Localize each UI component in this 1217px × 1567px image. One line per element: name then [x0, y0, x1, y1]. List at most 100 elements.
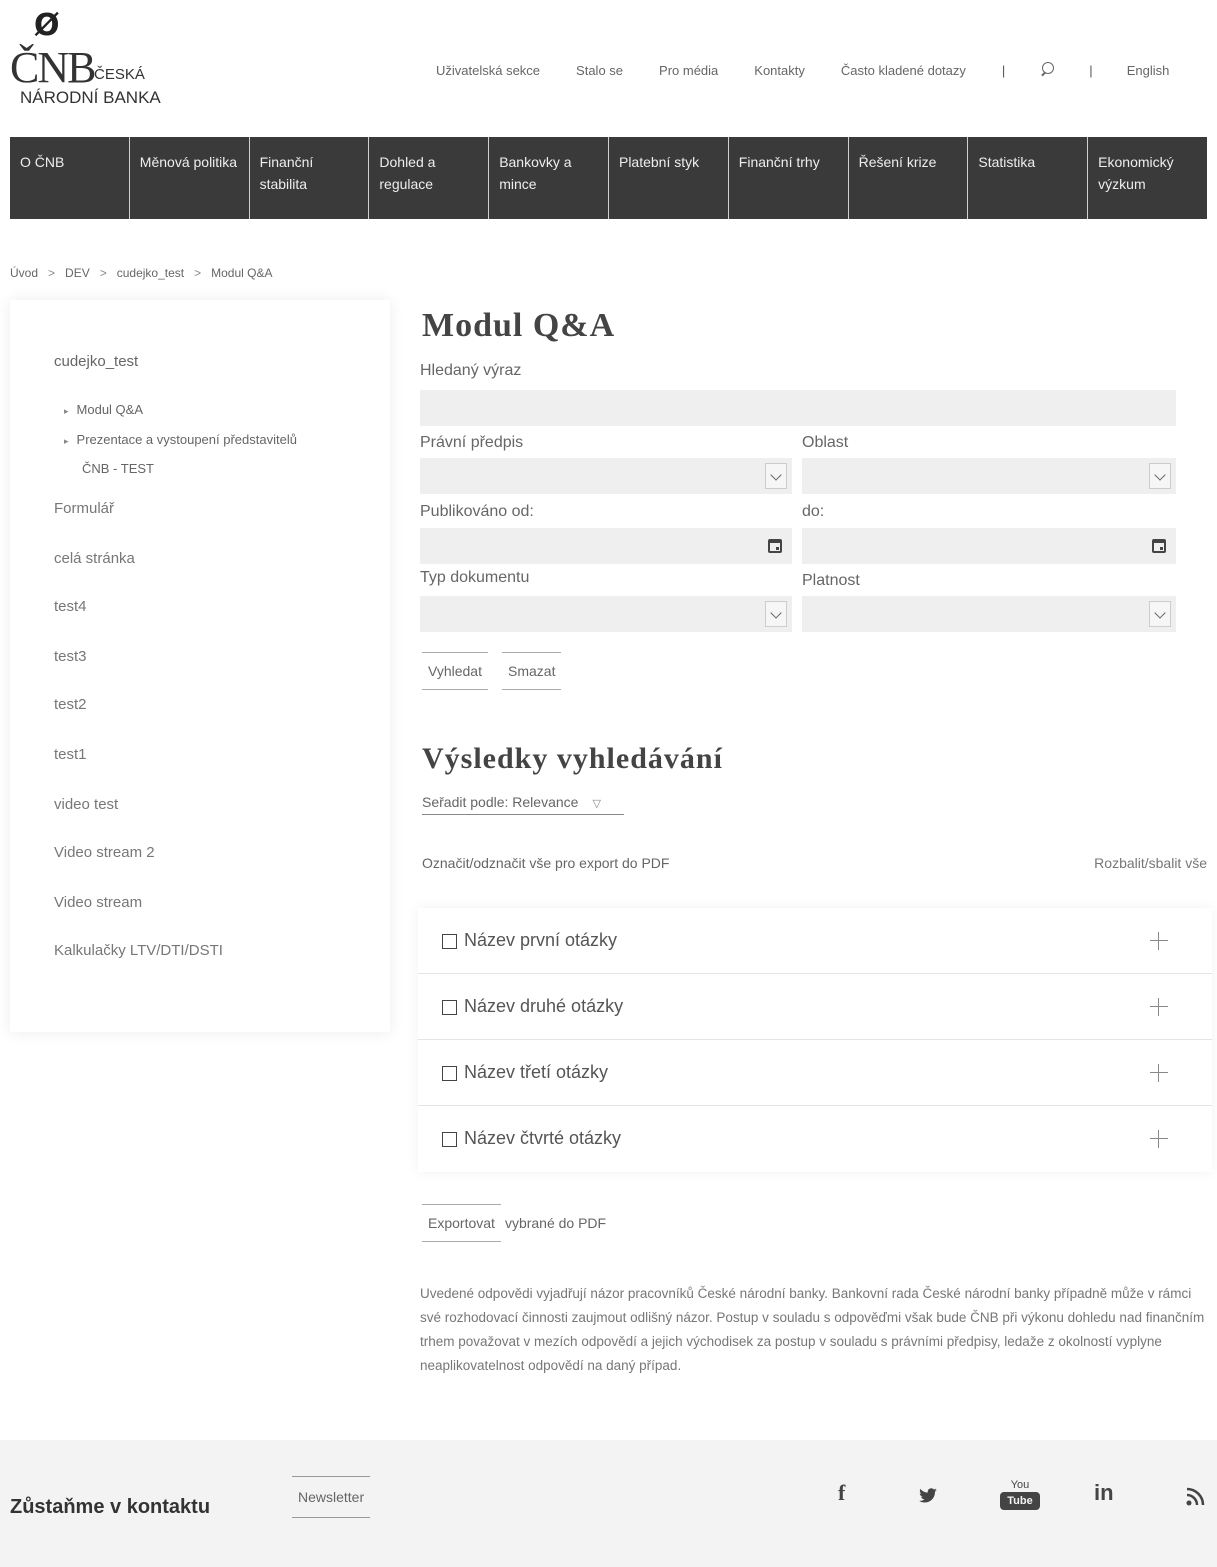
question-row[interactable]: Název první otázky	[418, 908, 1212, 974]
main-navigation: O ČNB Měnová politika Finanční stabilita…	[10, 137, 1207, 219]
sidebar-subitem-prezentace[interactable]: ▸ Prezentace a vystoupení představitelů Č…	[64, 426, 297, 483]
disclaimer-text: Uvedené odpovědi vyjadřují názor pracovn…	[420, 1286, 1205, 1373]
topnav-media[interactable]: Pro média	[659, 63, 718, 78]
question-row[interactable]: Název druhé otázky	[418, 974, 1212, 1040]
breadcrumb-cudejko[interactable]: cudejko_test	[117, 266, 184, 280]
mainnav-financial-markets[interactable]: Finanční trhy	[727, 137, 848, 219]
clear-button[interactable]: Smazat	[502, 652, 562, 690]
facebook-icon[interactable]: f	[838, 1480, 845, 1506]
calendar-icon[interactable]	[768, 539, 782, 553]
question-title[interactable]: Název čtvrté otázky	[464, 1128, 621, 1149]
question-checkbox[interactable]	[442, 1000, 457, 1015]
mainnav-payments[interactable]: Platební styk	[607, 137, 728, 219]
newsletter-button[interactable]: Newsletter	[292, 1476, 371, 1518]
document-type-label: Typ dokumentu	[420, 569, 530, 586]
sidebar-item-video-stream[interactable]: Video stream	[54, 894, 142, 911]
mainnav-resolution[interactable]: Řešení krize	[847, 137, 968, 219]
sidebar-subitem-modul-qa[interactable]: ▸ Modul Q&A	[64, 396, 143, 425]
sidebar-item-video-stream-2[interactable]: Video stream 2	[54, 844, 155, 861]
area-select[interactable]	[802, 458, 1176, 494]
sidebar-subitem-label: Prezentace a vystoupení představitelů	[76, 432, 297, 447]
rss-icon[interactable]	[1186, 1486, 1206, 1506]
sidebar-item-video-test[interactable]: video test	[54, 796, 118, 813]
sidebar-item-formular[interactable]: Formulář	[54, 500, 114, 517]
published-from-input[interactable]	[420, 528, 792, 564]
expand-all-link[interactable]: Rozbalit/sbalit vše	[1094, 855, 1207, 871]
sidebar-item-cela-stranka[interactable]: celá stránka	[54, 550, 135, 567]
logo-mark: Ø	[34, 8, 60, 43]
twitter-icon[interactable]	[918, 1488, 938, 1504]
plus-icon[interactable]	[1150, 1064, 1168, 1082]
search-term-label: Hledaný výraz	[420, 362, 522, 379]
sidebar-root[interactable]: cudejko_test	[54, 353, 138, 370]
topnav-separator: |	[1089, 62, 1093, 78]
area-label: Oblast	[802, 434, 849, 451]
linkedin-icon[interactable]: in	[1094, 1480, 1114, 1506]
logo-line1: ČESKÁ	[94, 66, 145, 83]
sidebar-item-test2[interactable]: test2	[54, 696, 87, 713]
sort-select[interactable]: Seřadit podle: Relevance ▽	[422, 794, 624, 815]
topnav-user-section[interactable]: Uživatelská sekce	[436, 63, 540, 78]
logo-cnb: ČNB	[10, 43, 96, 92]
search-button[interactable]: Vyhledat	[422, 652, 488, 690]
sidebar-item-test1[interactable]: test1	[54, 746, 87, 763]
plus-icon[interactable]	[1150, 1130, 1168, 1148]
breadcrumb-separator: >	[48, 266, 56, 280]
published-to-input[interactable]	[802, 528, 1176, 564]
breadcrumb-dev[interactable]: DEV	[65, 266, 90, 280]
breadcrumb: Úvod > DEV > cudejko_test > Modul Q&A	[10, 266, 273, 280]
question-row[interactable]: Název čtvrté otázky	[418, 1106, 1212, 1172]
language-switch[interactable]: English	[1127, 63, 1170, 78]
export-row: Exportovat vybrané do PDF	[422, 1204, 610, 1242]
topnav-separator: |	[1001, 62, 1006, 78]
published-to-label: do:	[802, 503, 825, 520]
validity-select[interactable]	[802, 596, 1176, 632]
mainnav-statistics[interactable]: Statistika	[967, 137, 1087, 219]
topnav-news[interactable]: Stalo se	[576, 63, 623, 78]
mainnav-monetary-policy[interactable]: Měnová politika	[128, 137, 249, 219]
mainnav-research[interactable]: Ekonomický výzkum	[1087, 137, 1207, 219]
calendar-icon[interactable]	[1152, 539, 1166, 553]
mainnav-supervision[interactable]: Dohled a regulace	[368, 137, 488, 219]
question-title[interactable]: Název první otázky	[464, 930, 617, 951]
plus-icon[interactable]	[1150, 998, 1168, 1016]
sidebar-item-test3[interactable]: test3	[54, 648, 87, 665]
breadcrumb-separator: >	[99, 266, 107, 280]
footer: Zůstaňme v kontaktu Newsletter f You Tub…	[0, 1440, 1217, 1567]
youtube-icon[interactable]: You Tube	[1000, 1478, 1040, 1520]
breadcrumb-current: Modul Q&A	[211, 266, 273, 280]
sidebar-item-kalkulacky[interactable]: Kalkulačky LTV/DTI/DSTI	[54, 942, 223, 959]
export-text: vybrané do PDF	[504, 1215, 607, 1231]
search-icon[interactable]	[1039, 62, 1055, 78]
mainnav-about[interactable]: O ČNB	[10, 137, 129, 219]
sidebar-item-test4[interactable]: test4	[54, 598, 87, 615]
breadcrumb-home[interactable]: Úvod	[10, 266, 38, 280]
topnav-faq[interactable]: Často kladené dotazy	[841, 63, 966, 78]
chevron-down-icon	[765, 601, 787, 627]
topnav-contacts[interactable]: Kontakty	[754, 63, 805, 78]
question-checkbox[interactable]	[442, 934, 457, 949]
plus-icon[interactable]	[1150, 932, 1168, 950]
footer-title: Zůstaňme v kontaktu	[10, 1496, 211, 1518]
validity-label: Platnost	[802, 572, 860, 589]
mainnav-banknotes[interactable]: Bankovky a mince	[488, 137, 608, 219]
published-from-label: Publikováno od:	[420, 503, 534, 520]
question-row[interactable]: Název třetí otázky	[418, 1040, 1212, 1106]
sidebar: cudejko_test ▸ Modul Q&A ▸ Prezentace a vy…	[10, 300, 390, 1032]
question-checkbox[interactable]	[442, 1132, 457, 1147]
document-type-select[interactable]	[420, 596, 792, 632]
mainnav-financial-stability[interactable]: Finanční stabilita	[248, 137, 369, 219]
youtube-label-top: You	[1010, 1479, 1030, 1491]
legal-regulation-select[interactable]	[420, 458, 792, 494]
cnb-logo[interactable]: Ø ČNB ČESKÁ NÁRODNÍ BANKA	[10, 8, 200, 108]
top-navigation: Uživatelská sekce Stalo se Pro média Kon…	[436, 62, 1217, 78]
youtube-label-bottom: Tube	[1000, 1492, 1040, 1510]
chevron-down-icon	[1149, 601, 1171, 627]
export-button[interactable]: Exportovat	[422, 1204, 501, 1242]
search-term-input[interactable]	[420, 390, 1176, 426]
question-title[interactable]: Název třetí otázky	[464, 1062, 608, 1083]
question-checkbox[interactable]	[442, 1066, 457, 1081]
question-title[interactable]: Název druhé otázky	[464, 996, 623, 1017]
mark-all-link[interactable]: Označit/odznačit vše pro export do PDF	[422, 855, 669, 871]
bullet-icon: ▸	[64, 406, 69, 416]
